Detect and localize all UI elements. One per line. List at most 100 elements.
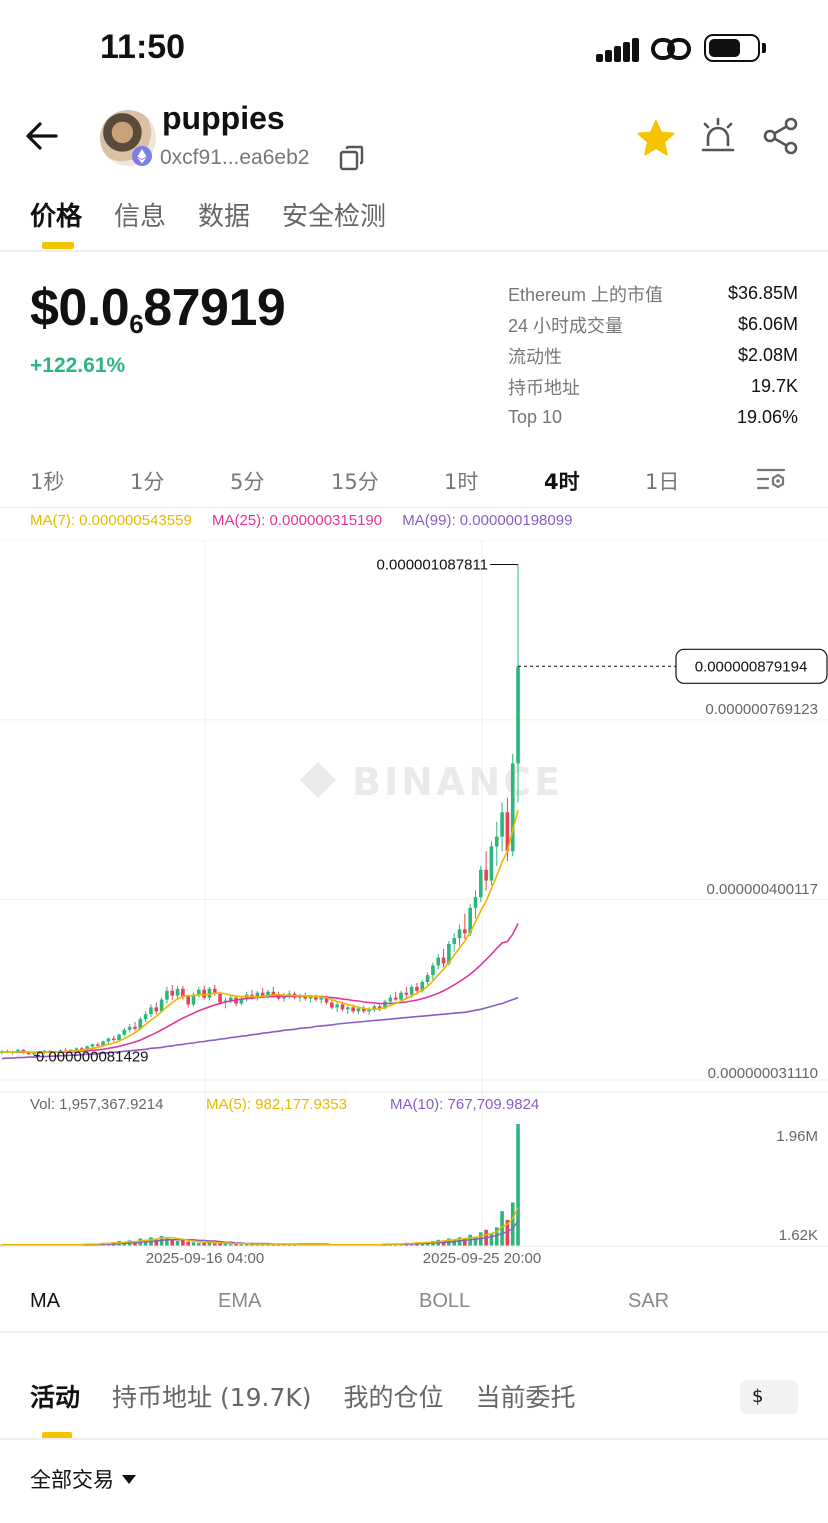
stat-label: 持币地址 xyxy=(508,377,580,398)
timeframe-15m[interactable]: 15分 xyxy=(331,466,379,496)
indicator-ema[interactable]: EMA xyxy=(218,1290,261,1313)
candle xyxy=(356,1008,361,1012)
volume-bar xyxy=(170,1239,175,1246)
candle xyxy=(90,1044,95,1047)
ethereum-chain-icon xyxy=(132,146,152,166)
trade-filter-label: 全部交易 xyxy=(30,1468,114,1492)
candle xyxy=(186,996,190,1005)
candle xyxy=(473,897,478,908)
indicator-selector: MA EMA BOLL SAR xyxy=(0,1280,828,1324)
indicator-ma[interactable]: MA xyxy=(30,1290,60,1313)
candle xyxy=(170,990,175,996)
volume-axis-label: 1.96M xyxy=(776,1128,818,1145)
tab-security[interactable]: 安全检测 xyxy=(282,196,386,233)
candle xyxy=(393,997,398,1000)
stat-label: Ethereum 上的市值 xyxy=(508,284,664,305)
timeframe-4h[interactable]: 4时 xyxy=(544,466,580,496)
ma99-legend: MA(99): 0.000000198099 xyxy=(402,512,573,529)
candle xyxy=(122,1029,127,1035)
candle xyxy=(330,1002,334,1008)
candle xyxy=(399,992,403,1000)
price-alert-icon[interactable] xyxy=(700,116,736,156)
candle xyxy=(441,957,446,964)
chart-settings-icon[interactable] xyxy=(756,464,788,494)
volume-bar xyxy=(181,1240,185,1246)
favorite-star-icon[interactable] xyxy=(636,118,676,158)
stat-value: 19.7K xyxy=(750,376,798,396)
currency-toggle[interactable]: $ xyxy=(740,1380,798,1414)
status-time: 11:50 xyxy=(100,28,186,66)
tab-activity[interactable]: 活动 xyxy=(30,1378,80,1414)
ma7-legend: MA(7): 0.000000543559 xyxy=(30,512,192,529)
time-axis-label: 2025-09-16 04:00 xyxy=(146,1250,264,1267)
candle xyxy=(95,1044,100,1046)
candle xyxy=(425,975,430,983)
timeframe-1h[interactable]: 1时 xyxy=(444,466,478,496)
timeframe-selector: 1秒 1分 5分 15分 1时 4时 1日 xyxy=(0,462,828,498)
candle xyxy=(127,1026,132,1030)
stat-row: 流动性 $2.08M xyxy=(508,340,798,371)
stat-value: $6.06M xyxy=(737,314,798,334)
candle xyxy=(351,1007,355,1012)
volume-axis-label: 1.62K xyxy=(779,1227,818,1244)
high-price-label: 0.000001087811 xyxy=(377,556,489,573)
candle xyxy=(484,869,488,881)
candle xyxy=(404,992,409,995)
tab-data[interactable]: 数据 xyxy=(198,196,250,233)
personal-hotspot-icon xyxy=(651,38,691,60)
indicator-sar[interactable]: SAR xyxy=(628,1290,669,1313)
price-axis-label: 0.000000031110 xyxy=(708,1065,818,1082)
volume-bar xyxy=(175,1241,180,1246)
price-zero-count: 6 xyxy=(129,309,144,339)
tab-price[interactable]: 价格 xyxy=(30,196,82,233)
indicator-boll[interactable]: BOLL xyxy=(419,1290,470,1313)
low-price-label: 0.000000081429 xyxy=(36,1049,149,1066)
ma-legend: MA(7): 0.000000543559 MA(25): 0.00000031… xyxy=(30,512,588,529)
binance-logo-icon xyxy=(300,762,336,798)
volume-ma5-legend: MA(5): 982,177.9353 xyxy=(206,1096,347,1113)
caret-down-icon xyxy=(122,1475,136,1484)
divider xyxy=(0,1331,828,1333)
candle xyxy=(388,997,393,1002)
tab-info[interactable]: 信息 xyxy=(114,196,166,233)
candle xyxy=(463,929,467,934)
tab-open-orders[interactable]: 当前委托 xyxy=(476,1378,576,1414)
candle xyxy=(106,1038,111,1042)
activity-tabs: 活动 持币地址 (19.7K) 我的仓位 当前委托 xyxy=(30,1378,576,1414)
candle xyxy=(159,999,164,1012)
volume-ma10-legend: MA(10): 767,709.9824 xyxy=(390,1096,539,1113)
tab-holders[interactable]: 持币地址 (19.7K) xyxy=(112,1378,312,1414)
candle xyxy=(143,1014,148,1020)
tab-my-positions[interactable]: 我的仓位 xyxy=(344,1378,444,1414)
candle xyxy=(479,869,483,898)
divider xyxy=(0,250,828,252)
battery-tip xyxy=(762,43,766,53)
price-axis-label: 0.000000400117 xyxy=(706,881,818,898)
candle xyxy=(489,846,494,881)
volume-bar xyxy=(489,1233,494,1246)
volume-bar xyxy=(191,1242,196,1246)
trade-filter-dropdown[interactable]: 全部交易 xyxy=(30,1464,136,1494)
timeframe-1m[interactable]: 1分 xyxy=(130,466,164,496)
price-prefix: $0.0 xyxy=(30,279,130,337)
candle xyxy=(165,990,169,1000)
stat-value: $36.85M xyxy=(727,283,798,303)
divider xyxy=(0,507,828,508)
ma25-legend: MA(25): 0.000000315190 xyxy=(211,512,383,529)
back-arrow-icon[interactable] xyxy=(24,118,60,154)
candle xyxy=(452,938,456,944)
share-icon[interactable] xyxy=(762,116,800,156)
active-tab-indicator xyxy=(42,242,74,249)
copy-icon[interactable] xyxy=(338,144,366,172)
candle xyxy=(133,1026,137,1029)
watermark: BINANCE xyxy=(352,760,563,804)
timeframe-1d[interactable]: 1日 xyxy=(645,466,679,496)
candlestick-chart[interactable]: BINANCE 0.000001087811 0.000000081429 0.00… xyxy=(0,540,828,1270)
candle xyxy=(260,992,265,996)
candle xyxy=(202,989,206,998)
current-price: $0.0687919 xyxy=(30,278,286,340)
timeframe-5m[interactable]: 5分 xyxy=(230,466,264,496)
timeframe-1s[interactable]: 1秒 xyxy=(30,466,64,496)
candle xyxy=(436,957,441,966)
stat-value: 19.06% xyxy=(736,407,798,427)
